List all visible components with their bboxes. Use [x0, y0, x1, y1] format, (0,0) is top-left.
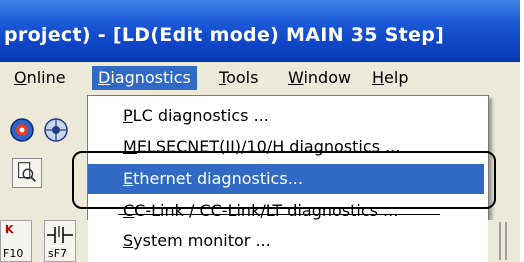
ladder-rising-edge-button[interactable]: sF7: [44, 220, 76, 262]
network-diagnostics-icon[interactable]: [42, 116, 70, 144]
melsecnet-diagnostics-accel: M: [123, 137, 137, 156]
menu-window-accel: W: [288, 68, 304, 87]
plc-diagnostics-accel: P: [123, 106, 133, 125]
menu-online-accel: O: [14, 68, 27, 87]
menu-window[interactable]: Window: [282, 66, 357, 90]
melsecnet-diagnostics-label: ELSECNET(II)/10/H diagnostics ...: [136, 137, 401, 156]
menu-bar: Online Diagnostics Tools Window Help: [0, 62, 520, 94]
menu-diagnostics-accel: D: [98, 68, 111, 87]
strikethrough-line: [118, 214, 440, 215]
title-bar[interactable]: project) - [LD(Edit mode) MAIN 35 Step]: [0, 0, 520, 62]
cc-link-diagnostics-label: C-Link / CC-Link/LT diagnostics ...: [134, 201, 399, 220]
cc-link-diagnostics-accel: C: [123, 201, 135, 220]
separator-icon: [499, 222, 507, 260]
system-monitor-label: ystem monitor ...: [133, 231, 271, 250]
ladder-right-bottom-label: sF7: [48, 247, 68, 260]
ladder-contact-button[interactable]: K F10: [0, 220, 32, 262]
menu-online[interactable]: Online: [8, 66, 72, 90]
toolbar-edge: [488, 220, 520, 262]
menu-tools-accel: T: [219, 68, 227, 87]
menu-item-cc-link-diagnostics[interactable]: CC-Link / CC-Link/LT diagnostics ...: [88, 196, 484, 226]
menu-item-melsecnet-diagnostics[interactable]: MELSECNET(II)/10/H diagnostics ...: [88, 132, 484, 162]
strikethrough-line: [118, 151, 440, 152]
menu-item-plc-diagnostics[interactable]: PLC diagnostics ...: [88, 101, 484, 131]
ethernet-diagnostics-accel: E: [123, 169, 134, 188]
menu-online-rest: nline: [26, 68, 66, 87]
menu-help-rest: elp: [384, 68, 409, 87]
ladder-left-bottom-label: F10: [3, 247, 24, 260]
system-monitor-accel: S: [123, 231, 134, 250]
menu-diagnostics-rest: iagnostics: [110, 68, 191, 87]
ladder-toolbar: K F10 sF7: [0, 220, 88, 262]
menu-item-system-monitor[interactable]: System monitor ...: [88, 226, 484, 256]
ladder-left-top-label: K: [5, 223, 14, 236]
menu-tools-rest: ools: [226, 68, 259, 87]
menu-window-rest: indow: [303, 68, 352, 87]
monitor-icon[interactable]: [8, 116, 36, 144]
plc-diagnostics-label: LC diagnostics ...: [132, 106, 269, 125]
contact-icon: [47, 226, 73, 243]
menu-help-accel: H: [372, 68, 385, 87]
menu-diagnostics[interactable]: Diagnostics: [92, 66, 197, 90]
menu-tools[interactable]: Tools: [213, 66, 264, 90]
menu-item-ethernet-diagnostics[interactable]: Ethernet diagnostics...: [88, 164, 484, 194]
diagnostic-toolbar: [0, 96, 90, 188]
app-window: project) - [LD(Edit mode) MAIN 35 Step] …: [0, 0, 520, 262]
menu-help[interactable]: Help: [366, 66, 414, 90]
window-title: project) - [LD(Edit mode) MAIN 35 Step]: [4, 24, 445, 46]
diagnostics-menu: PLC diagnostics ... MELSECNET(II)/10/H d…: [87, 95, 489, 262]
search-document-icon[interactable]: [12, 158, 42, 188]
ethernet-diagnostics-label: thernet diagnostics...: [133, 169, 303, 188]
